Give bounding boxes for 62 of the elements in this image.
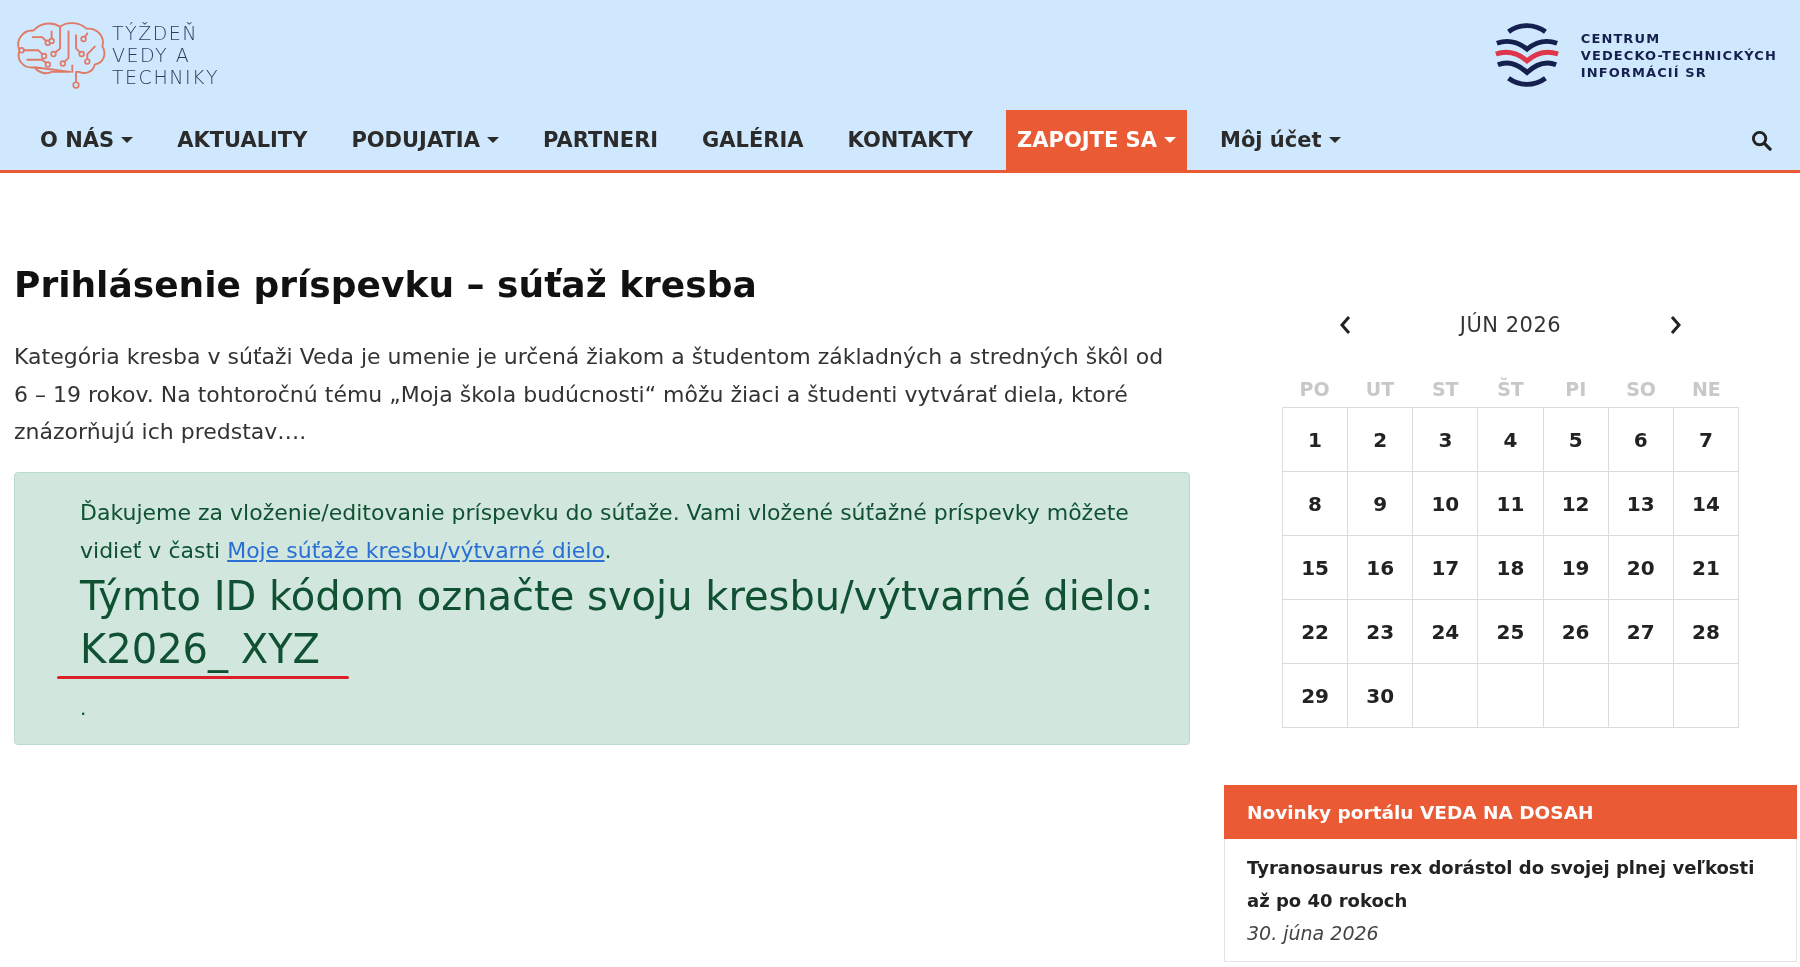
news-title-link[interactable]: Tyranosaurus rex dorástol do svojej plnej veľkosti až po 40 rokoch xyxy=(1247,851,1774,917)
calendar-day: 13 xyxy=(1608,472,1674,536)
chevron-right-icon xyxy=(1670,315,1682,335)
nav-menu-item[interactable]: ZAPOJTE SA xyxy=(1006,110,1187,170)
id-code-label: Týmto ID kódom označte svoju kresbu/výtvarné dielo: xyxy=(80,571,1155,621)
nav-menu-item[interactable]: KONTAKTY xyxy=(836,110,985,170)
calendar-day: 7 xyxy=(1673,408,1739,472)
empty-calendar-cell xyxy=(1673,664,1739,728)
calendar-day: 2 xyxy=(1348,408,1414,472)
calendar-day: 4 xyxy=(1478,408,1544,472)
calendar-day: 29 xyxy=(1283,664,1349,728)
partner-logo-text: CENTRUM VEDECKO-TECHNICKÝCH INFORMÁCIÍ SR xyxy=(1580,29,1777,81)
calendar-day: 3 xyxy=(1413,408,1479,472)
footnote-dot: . xyxy=(80,694,87,722)
calendar-day: 19 xyxy=(1543,536,1609,600)
page-title: Prihlásenie príspevku – súťaž kresba xyxy=(14,264,758,306)
calendar-day: 23 xyxy=(1348,600,1414,664)
calendar-day: 15 xyxy=(1283,536,1349,600)
empty-calendar-cell xyxy=(1543,664,1609,728)
empty-calendar-cell xyxy=(1413,664,1479,728)
brain-logo-icon xyxy=(14,20,108,90)
calendar-day: 30 xyxy=(1348,664,1414,728)
calendar-day: 18 xyxy=(1478,536,1544,600)
search-icon xyxy=(1751,129,1772,151)
calendar-day: 8 xyxy=(1283,472,1349,536)
calendar-day: 21 xyxy=(1673,536,1739,600)
calendar-day: 6 xyxy=(1608,408,1674,472)
calendar-day: 17 xyxy=(1413,536,1479,600)
nav-menu-item[interactable]: GALÉRIA xyxy=(691,110,815,170)
nav-menu-item[interactable]: AKTUALITY xyxy=(166,110,319,170)
calendar-day: 28 xyxy=(1673,600,1739,664)
nav-menu-item[interactable]: Môj účet xyxy=(1209,110,1352,170)
news-heading: Novinky portálu VEDA NA DOSAH xyxy=(1224,785,1797,839)
next-month-button[interactable] xyxy=(1670,315,1682,335)
calendar-day: 11 xyxy=(1478,472,1544,536)
calendar-day: 10 xyxy=(1413,472,1479,536)
calendar-day: 5 xyxy=(1543,408,1609,472)
nav-menu-item[interactable]: PARTNERI xyxy=(531,110,670,170)
contest-entries-link[interactable]: Moje súťaže kresbu/výtvarné dielo xyxy=(227,537,605,563)
calendar-day: 22 xyxy=(1283,600,1349,664)
previous-month-button[interactable] xyxy=(1339,315,1351,335)
calendar-day: 16 xyxy=(1348,536,1414,600)
nav-menu-item[interactable]: O NÁS xyxy=(29,110,145,170)
calendar-day: 25 xyxy=(1478,600,1544,664)
calendar-day: 20 xyxy=(1608,536,1674,600)
id-code: K2026_ XYZ xyxy=(80,624,321,675)
intro-paragraph: Kategória kresba v súťaži Veda je umenie je určená žiakom a študentom základných a stredných škôl od 6 – 19 rokov. Na tohtoročnú tému „Moja škola budúcnosti“ môžu žiaci a študenti vytvárať diela, ktoré znázorňujú ich predstav…. xyxy=(14,343,1165,446)
news-date: 30. júna 2026 xyxy=(1247,921,1379,946)
calendar-day: 26 xyxy=(1543,600,1609,664)
confirmation-message: Ďakujeme za vloženie/editovanie príspevku do súťaže. Vami vložené súťažné príspevky môžete vidieť v časti Moje súťaže kresbu/výtvarné dielo. xyxy=(80,498,1130,565)
calendar-day: 12 xyxy=(1543,472,1609,536)
empty-calendar-cell xyxy=(1608,664,1674,728)
calendar-day: 27 xyxy=(1608,600,1674,664)
calendar-day: 1 xyxy=(1283,408,1349,472)
empty-calendar-cell xyxy=(1478,664,1544,728)
calendar-day: 14 xyxy=(1673,472,1739,536)
month-label: JÚN 2026 xyxy=(1459,313,1562,337)
logo-text: TÝŽDEŇ VEDY A TECHNIKY xyxy=(112,22,220,88)
calendar-day: 24 xyxy=(1413,600,1479,664)
calendar-day: 9 xyxy=(1348,472,1414,536)
chevron-left-icon xyxy=(1339,315,1351,335)
nav-menu-item[interactable]: PODUJATIA xyxy=(340,110,510,170)
